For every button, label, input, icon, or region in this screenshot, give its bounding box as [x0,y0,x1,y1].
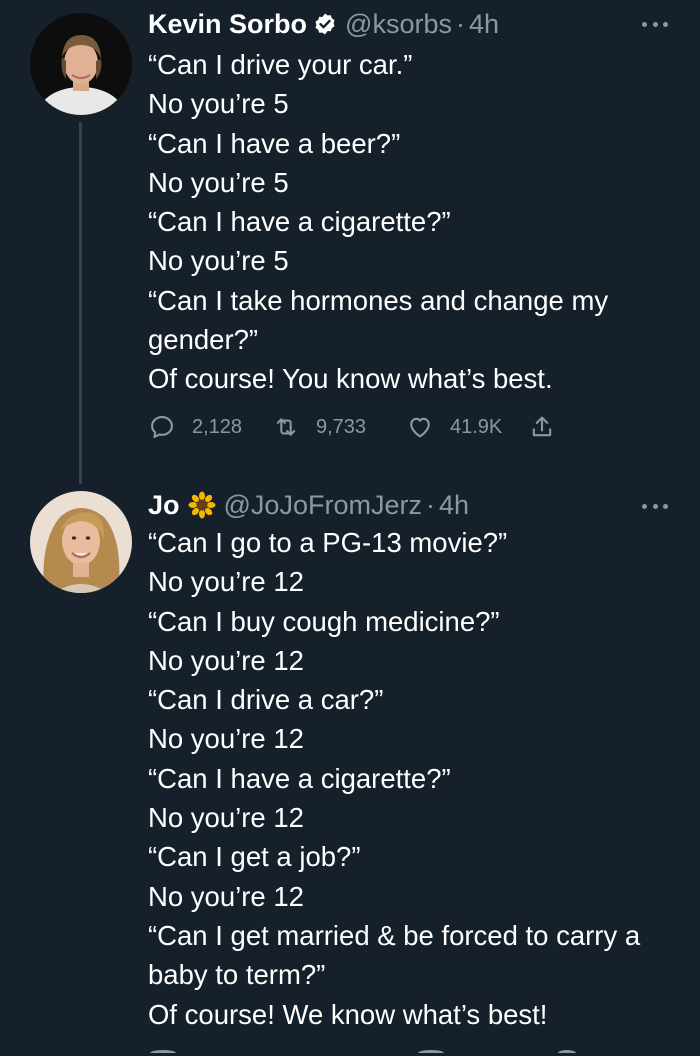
like-button[interactable]: 41.9K [406,413,528,441]
tweet-line: “Can I have a cigarette?” [148,762,451,794]
tweet-line: “Can I take hormones and change my gende… [148,284,609,356]
timestamp[interactable]: 4h [469,9,499,40]
tweet-line: No you’re 12 [148,802,304,834]
display-name[interactable]: Kevin Sorbo [148,9,307,40]
tweet-line: No you’re 12 [148,566,304,598]
share-icon[interactable] [558,1050,576,1056]
tweet-line: “Can I drive a car?” [148,684,384,716]
tweet-line: “Can I get a job?” [148,841,361,873]
tweet-kevin-sorbo[interactable]: Kevin Sorbo @ksorbs · 4h “Can I drive yo… [0,0,700,484]
tweet-actions-cut-off [148,1050,648,1056]
more-options-icon[interactable] [642,502,668,510]
avatar-image [30,491,132,593]
tweet-line: “Can I drive your car.” [148,49,413,80]
thread-line [79,122,82,484]
tweet-line: “Can I have a cigarette?” [148,206,451,238]
separator-dot: · [455,8,465,39]
heart-icon [410,417,430,438]
verified-badge-icon [313,12,337,36]
sunflower-icon [188,491,216,519]
timeline: Kevin Sorbo @ksorbs · 4h “Can I drive yo… [0,0,700,1056]
retweet-icon [276,418,296,436]
avatar-image [30,13,132,115]
tweet-jo[interactable]: Jo @JoJoFromJerz · 4h “Can I go to a PG-… [0,480,700,1056]
retweet-button[interactable]: 9,733 [272,413,406,441]
tweet-line: “Can I go to a PG-13 movie?” [148,527,508,558]
handle[interactable]: @ksorbs [345,9,452,40]
tweet-header: Kevin Sorbo @ksorbs · 4h [148,7,499,41]
display-name[interactable]: Jo [148,490,180,521]
avatar[interactable] [30,13,132,115]
tweet-line: “Can I get married & be forced to carry … [148,919,641,991]
tweet-line: Of course! We know what’s best! [148,998,548,1030]
tweet-line: “Can I buy cough medicine?” [148,605,500,637]
tweet-line: No you’re 5 [148,88,289,120]
tweet-text: “Can I drive your car.” No you’re 5 “Can… [148,45,678,399]
reply-icon[interactable] [150,1050,176,1056]
reply-icon [151,416,173,438]
retweet-count: 9,733 [316,415,367,438]
tweet-line: No you’re 5 [148,245,289,277]
like-count: 41.9K [450,415,503,438]
more-options-icon[interactable] [642,20,668,28]
tweet-line: “Can I have a beer?” [148,127,401,159]
tweet-line: No you’re 12 [148,880,304,912]
timestamp[interactable]: 4h [439,490,469,521]
handle[interactable]: @JoJoFromJerz [224,490,422,521]
tweet-text: “Can I go to a PG-13 movie?” No you’re 1… [148,523,678,1034]
tweet-actions: 2,128 9,733 41.9K [148,409,556,445]
tweet-line: No you’re 12 [148,644,304,676]
separator-dot: · [425,489,435,520]
like-icon[interactable] [418,1050,444,1056]
tweet-header: Jo @JoJoFromJerz · 4h [148,488,469,522]
avatar[interactable] [30,491,132,593]
tweet-line: No you’re 5 [148,166,289,198]
reply-button[interactable]: 2,128 [148,413,272,441]
share-button[interactable] [528,413,556,441]
reply-count: 2,128 [192,415,243,438]
share-icon [532,416,552,437]
tweet-line: Of course! You know what’s best. [148,363,553,395]
tweet-line: No you’re 12 [148,723,304,755]
